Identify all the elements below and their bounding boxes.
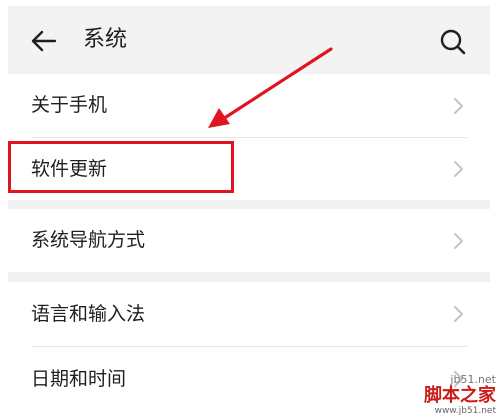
settings-group-2: 系统导航方式 [8, 209, 490, 272]
settings-item-label: 日期和时间 [31, 368, 127, 390]
settings-group-1: 关于手机 软件更新 [8, 74, 490, 200]
chevron-right-icon [454, 161, 463, 177]
settings-item-label: 语言和输入法 [31, 303, 146, 325]
search-button[interactable] [436, 26, 470, 58]
settings-screen: 系统 关于手机 软件更新 系统导航方式 语言和输入法 日期和时间 [8, 6, 490, 412]
settings-item-about-phone[interactable]: 关于手机 [8, 74, 490, 137]
settings-item-language-input[interactable]: 语言和输入法 [8, 282, 490, 346]
settings-item-navigation[interactable]: 系统导航方式 [8, 209, 490, 272]
settings-item-software-update[interactable]: 软件更新 [8, 138, 490, 200]
back-button[interactable] [26, 24, 60, 58]
search-icon [440, 29, 466, 55]
arrow-left-icon [31, 30, 57, 52]
chevron-right-icon [454, 98, 463, 114]
chevron-right-icon [454, 371, 463, 387]
settings-item-label: 关于手机 [31, 94, 108, 116]
settings-item-date-time[interactable]: 日期和时间 [8, 347, 490, 412]
settings-item-label: 系统导航方式 [31, 229, 146, 251]
settings-item-label: 软件更新 [31, 158, 108, 180]
page-title: 系统 [83, 27, 128, 52]
chevron-right-icon [454, 306, 463, 322]
chevron-right-icon [454, 233, 463, 249]
app-bar: 系统 [8, 6, 490, 74]
settings-group-3: 语言和输入法 日期和时间 [8, 282, 490, 412]
